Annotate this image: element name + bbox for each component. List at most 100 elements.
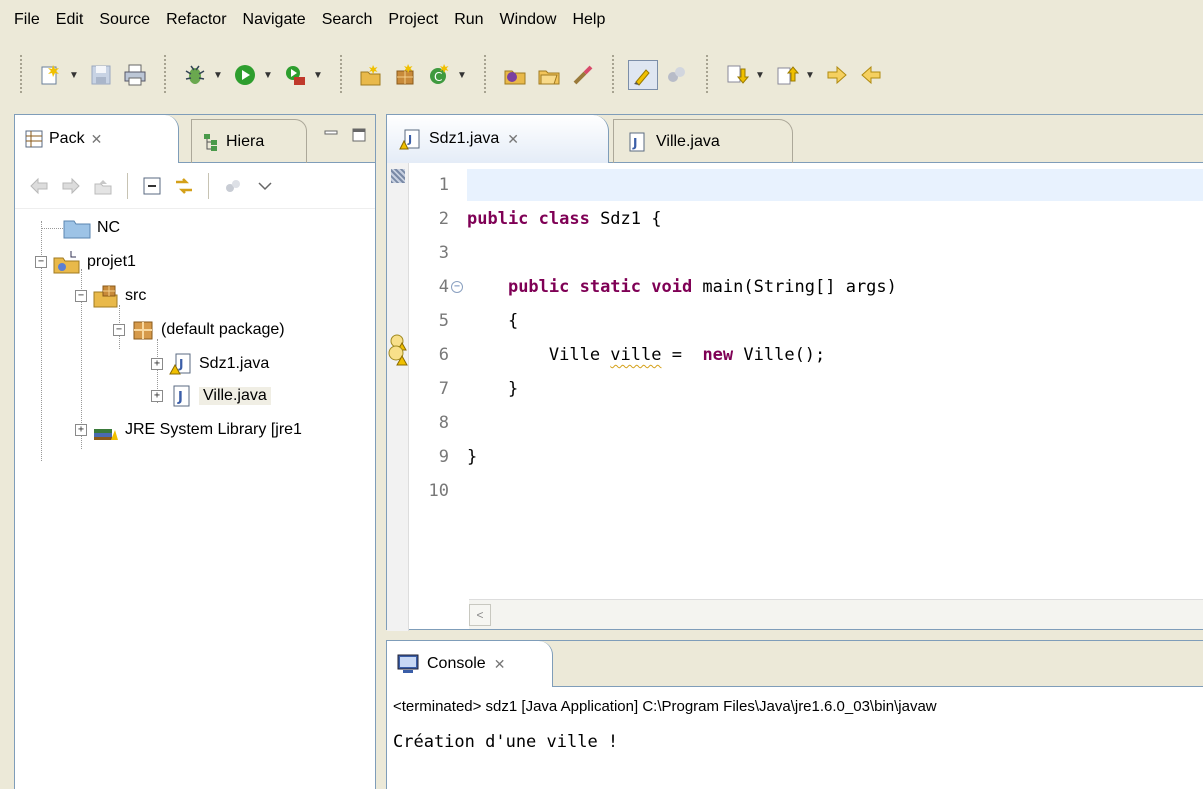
code-line: 10 xyxy=(409,475,1203,507)
tree-item-nc[interactable]: NC xyxy=(63,213,120,243)
tree-item-default-package[interactable]: − (default package) xyxy=(113,315,285,345)
hierarchy-icon xyxy=(204,133,217,151)
menu-run[interactable]: Run xyxy=(446,0,491,40)
tab-sdz1-java[interactable]: J Sdz1.java ✕ xyxy=(387,115,609,163)
code-area[interactable]: 1 2 public class Sdz1 {3 4− public static v… xyxy=(388,163,1203,595)
menu-refactor[interactable]: Refactor xyxy=(158,0,234,40)
tree-item-jre-library[interactable]: + JRE System Library [jre1 xyxy=(75,415,302,445)
new-package-icon[interactable] xyxy=(390,60,420,90)
new-wizard-dropdown[interactable]: ▼ xyxy=(68,70,80,81)
source-folder-icon xyxy=(93,285,118,308)
code-text: Ville ville = new Ville(); xyxy=(467,345,825,365)
new-wizard-icon[interactable] xyxy=(36,60,66,90)
next-annotation-dropdown[interactable]: ▼ xyxy=(754,70,766,81)
debug-dropdown[interactable]: ▼ xyxy=(212,70,224,81)
menu-search[interactable]: Search xyxy=(314,0,381,40)
forward-icon[interactable] xyxy=(822,60,852,90)
toolbar-separator xyxy=(610,55,616,95)
code-text: public class Sdz1 { xyxy=(467,209,661,229)
tab-ville-java[interactable]: J Ville.java xyxy=(613,119,793,163)
code-line: 5 { xyxy=(409,305,1203,337)
code-text: } xyxy=(467,447,477,467)
new-java-project-icon[interactable] xyxy=(356,60,386,90)
external-tools-icon[interactable] xyxy=(280,60,310,90)
collapse-toggle[interactable]: − xyxy=(35,256,47,268)
collapse-toggle[interactable]: − xyxy=(75,290,87,302)
code-line: 4− public static void main(String[] args… xyxy=(409,271,1203,303)
previous-annotation-icon[interactable] xyxy=(772,60,802,90)
console-output[interactable]: Création d'une ville ! xyxy=(387,725,1203,759)
tab-hierarchy[interactable]: Hiera xyxy=(191,119,307,163)
next-annotation-icon[interactable] xyxy=(722,60,752,90)
line-number: 3 xyxy=(438,243,449,263)
horizontal-scrollbar[interactable]: < xyxy=(469,599,1203,629)
library-icon xyxy=(94,429,118,440)
tree-item-src[interactable]: − src xyxy=(75,281,146,311)
open-type-icon[interactable] xyxy=(500,60,530,90)
expand-toggle[interactable]: + xyxy=(151,390,163,402)
tree-item-label: Sdz1.java xyxy=(199,355,270,372)
menu-help[interactable]: Help xyxy=(564,0,613,40)
svg-text:J: J xyxy=(407,133,412,146)
forward-icon[interactable] xyxy=(59,174,83,198)
tree-item-label: NC xyxy=(97,219,121,236)
back-icon[interactable] xyxy=(856,60,886,90)
debug-icon[interactable] xyxy=(180,60,210,90)
tree-item-sdz1-java[interactable]: + J Sdz1.java xyxy=(151,349,269,379)
view-menu-icon[interactable] xyxy=(253,174,277,198)
menu-project[interactable]: Project xyxy=(380,0,446,40)
tab-console[interactable]: Console ✕ xyxy=(387,641,553,687)
run-dropdown[interactable]: ▼ xyxy=(262,70,274,81)
new-class-icon[interactable]: C xyxy=(424,60,454,90)
menu-source[interactable]: Source xyxy=(91,0,158,40)
menu-edit[interactable]: Edit xyxy=(48,0,92,40)
save-icon[interactable] xyxy=(86,60,116,90)
collapse-all-icon[interactable] xyxy=(140,174,164,198)
line-number: 5 xyxy=(438,311,449,331)
mark-occurrences-icon[interactable] xyxy=(628,60,658,90)
close-icon[interactable]: ✕ xyxy=(91,131,103,148)
back-icon[interactable] xyxy=(27,174,51,198)
tree-item-ville-java[interactable]: + J Ville.java xyxy=(151,381,271,411)
line-number: 6 xyxy=(438,345,449,365)
link-with-editor-icon[interactable] xyxy=(172,174,196,198)
minimize-icon[interactable] xyxy=(323,127,339,143)
warning-quickfix-icon[interactable] xyxy=(387,344,409,366)
java-file-warning-icon: J xyxy=(399,129,420,150)
svg-text:J: J xyxy=(178,357,183,371)
line-number: 4 xyxy=(438,277,449,297)
up-icon[interactable] xyxy=(91,174,115,198)
previous-annotation-dropdown[interactable]: ▼ xyxy=(804,70,816,81)
code-line: 8 xyxy=(409,407,1203,439)
search-icon[interactable] xyxy=(568,60,598,90)
menu-navigate[interactable]: Navigate xyxy=(235,0,314,40)
new-class-dropdown[interactable]: ▼ xyxy=(456,70,468,81)
scroll-left-button[interactable]: < xyxy=(469,604,491,626)
expand-toggle[interactable]: + xyxy=(75,424,87,436)
tree-item-label: src xyxy=(125,287,147,304)
fold-collapse-icon[interactable]: − xyxy=(451,281,463,293)
maximize-icon[interactable] xyxy=(351,127,367,143)
open-task-icon[interactable] xyxy=(534,60,564,90)
external-tools-dropdown[interactable]: ▼ xyxy=(312,70,324,81)
java-editor: J Sdz1.java ✕ J Ville.java 1 2 public clas… xyxy=(386,114,1203,631)
menu-window[interactable]: Window xyxy=(492,0,565,40)
print-icon[interactable] xyxy=(120,60,150,90)
code-token: main(String[] args) xyxy=(692,277,897,297)
line-number: 10 xyxy=(428,481,449,501)
menu-bar: File Edit Source Refactor Navigate Search Proj… xyxy=(0,0,1203,40)
code-token: Sdz1 { xyxy=(589,209,662,229)
close-icon[interactable]: ✕ xyxy=(507,131,519,148)
filter-icon[interactable] xyxy=(221,174,245,198)
close-icon[interactable]: ✕ xyxy=(494,656,506,673)
left-view-tabs: Pack ✕ Hiera xyxy=(15,115,375,163)
menu-file[interactable]: File xyxy=(6,0,48,40)
expand-toggle[interactable]: + xyxy=(151,358,163,370)
annotations-icon[interactable] xyxy=(662,60,692,90)
collapse-toggle[interactable]: − xyxy=(113,324,125,336)
code-line: 2 public class Sdz1 { xyxy=(409,203,1203,235)
tree-item-projet1[interactable]: − projet1 xyxy=(35,247,136,277)
tab-package-explorer[interactable]: Pack ✕ xyxy=(15,115,179,163)
run-icon[interactable] xyxy=(230,60,260,90)
view-controls xyxy=(323,127,367,143)
